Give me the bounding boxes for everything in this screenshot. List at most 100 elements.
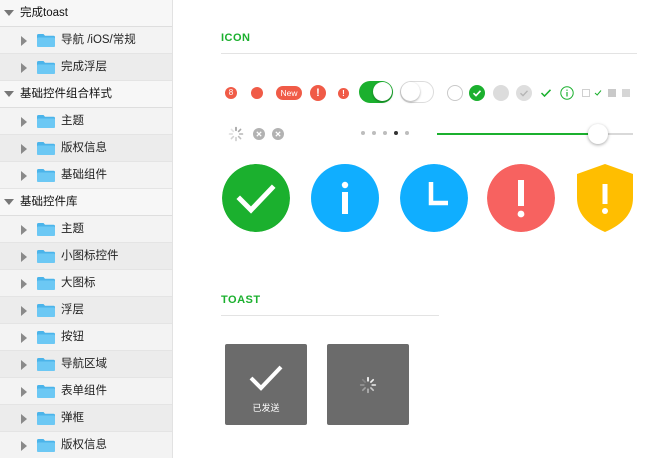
triangle-right-icon[interactable] (21, 333, 27, 343)
tree-item[interactable]: 基础组件 (0, 162, 172, 189)
tree-item[interactable]: 浮层 (0, 297, 172, 324)
tree-group-children: 主题 版权信息 基础组件 (0, 108, 172, 189)
tree-item-label: 主题 (61, 115, 84, 127)
info-outline-icon (560, 86, 574, 100)
toast-section-title: TOAST (221, 294, 261, 306)
check-mark-icon (249, 365, 283, 391)
triangle-right-icon[interactable] (21, 225, 27, 235)
tree-item[interactable]: 版权信息 (0, 135, 172, 162)
triangle-right-icon[interactable] (21, 63, 27, 73)
triangle-right-icon[interactable] (21, 252, 27, 262)
folder-icon (37, 250, 55, 263)
slider-track[interactable] (437, 124, 633, 144)
tree-item-label: 基础组件 (61, 169, 107, 181)
tree-item-label: 大图标 (61, 277, 96, 289)
clock-icon (400, 164, 468, 232)
check-disabled-icon (516, 85, 532, 101)
folder-icon (37, 34, 55, 47)
loading-icon (359, 376, 377, 394)
tree-item-label: 导航区域 (61, 358, 107, 370)
sidebar-tree: 完成toast 导航 /iOS/常规 完成浮层 基础控件组合样式 主题 版权信息 (0, 0, 173, 458)
tree-group-children: 导航 /iOS/常规 完成浮层 (0, 27, 172, 81)
triangle-right-icon[interactable] (21, 117, 27, 127)
triangle-right-icon[interactable] (21, 171, 27, 181)
folder-icon (37, 439, 55, 452)
folder-icon (37, 223, 55, 236)
toast-success: 已发送 (225, 344, 307, 425)
page-dot[interactable] (372, 131, 376, 135)
switch-knob[interactable] (373, 82, 392, 101)
tree-item[interactable]: 完成浮层 (0, 54, 172, 81)
page-dot[interactable] (361, 131, 365, 135)
triangle-right-icon[interactable] (21, 387, 27, 397)
alert-icon (487, 164, 555, 232)
tree-item-label: 按钮 (61, 331, 84, 343)
divider (221, 315, 439, 316)
triangle-down-icon[interactable] (4, 10, 14, 16)
toast-label: 已发送 (252, 403, 280, 413)
tree-item-label: 版权信息 (61, 439, 107, 451)
tree-item-label: 小图标控件 (61, 250, 119, 262)
warn-small-icon: ! (338, 88, 349, 99)
slider-thumb[interactable] (588, 124, 608, 144)
tree-item[interactable]: 大图标 (0, 270, 172, 297)
toggle-switch-on[interactable] (359, 81, 393, 103)
tree-group-label: 完成toast (20, 7, 68, 19)
info-glyph-icon (341, 181, 349, 214)
shield-warning-icon (577, 164, 633, 232)
triangle-right-icon[interactable] (21, 144, 27, 154)
tree-item[interactable]: 主题 (0, 108, 172, 135)
new-badge: New (276, 86, 302, 100)
triangle-right-icon[interactable] (21, 306, 27, 316)
page-dot[interactable] (405, 131, 409, 135)
folder-icon (37, 412, 55, 425)
tree-item[interactable]: 小图标控件 (0, 243, 172, 270)
folder-icon (37, 358, 55, 371)
radio-unchecked-icon[interactable] (447, 85, 463, 101)
triangle-down-icon[interactable] (4, 199, 14, 205)
triangle-right-icon[interactable] (21, 279, 27, 289)
triangle-right-icon[interactable] (21, 36, 27, 46)
checkbox-unchecked[interactable] (582, 89, 590, 97)
warn-icon: ! (310, 85, 326, 101)
tree-group-library[interactable]: 基础控件库 (0, 189, 172, 216)
tree-item[interactable]: 表单组件 (0, 378, 172, 405)
tree-item-label: 版权信息 (61, 142, 107, 154)
check-mark-icon (540, 89, 552, 98)
slider-fill (437, 133, 598, 135)
triangle-right-icon[interactable] (21, 360, 27, 370)
page-dot[interactable] (383, 131, 387, 135)
folder-icon (37, 304, 55, 317)
page-dot-active[interactable] (394, 131, 398, 135)
folder-icon (37, 385, 55, 398)
clear-icon[interactable] (272, 128, 284, 140)
toggle-switch-off[interactable] (400, 81, 434, 103)
tree-item-label: 主题 (61, 223, 84, 235)
tree-item[interactable]: 导航 /iOS/常规 (0, 27, 172, 54)
icon-section-title: ICON (221, 32, 251, 44)
triangle-down-icon[interactable] (4, 91, 14, 97)
tree-group-toast[interactable]: 完成toast (0, 0, 172, 27)
folder-icon (37, 115, 55, 128)
clear-icon[interactable] (253, 128, 265, 140)
triangle-right-icon[interactable] (21, 414, 27, 424)
red-dot-badge (251, 87, 263, 99)
tree-group-label: 基础控件组合样式 (20, 88, 112, 100)
tree-group-combo-styles[interactable]: 基础控件组合样式 (0, 81, 172, 108)
check-circle-icon[interactable] (469, 85, 485, 101)
radio-disabled-icon (493, 85, 509, 101)
checkbox-check-icon[interactable] (594, 89, 602, 97)
divider (221, 53, 637, 54)
folder-icon (37, 169, 55, 182)
info-icon (311, 164, 379, 232)
tree-item[interactable]: 主题 (0, 216, 172, 243)
tree-item[interactable]: 弹框 (0, 405, 172, 432)
switch-knob[interactable] (401, 82, 420, 101)
toast-loading (327, 344, 409, 425)
triangle-right-icon[interactable] (21, 441, 27, 451)
tree-item[interactable]: 按钮 (0, 324, 172, 351)
tree-item[interactable]: 版权信息 (0, 432, 172, 458)
checkbox-disabled (608, 89, 616, 97)
count-badge: 8 (225, 87, 237, 99)
tree-item[interactable]: 导航区域 (0, 351, 172, 378)
